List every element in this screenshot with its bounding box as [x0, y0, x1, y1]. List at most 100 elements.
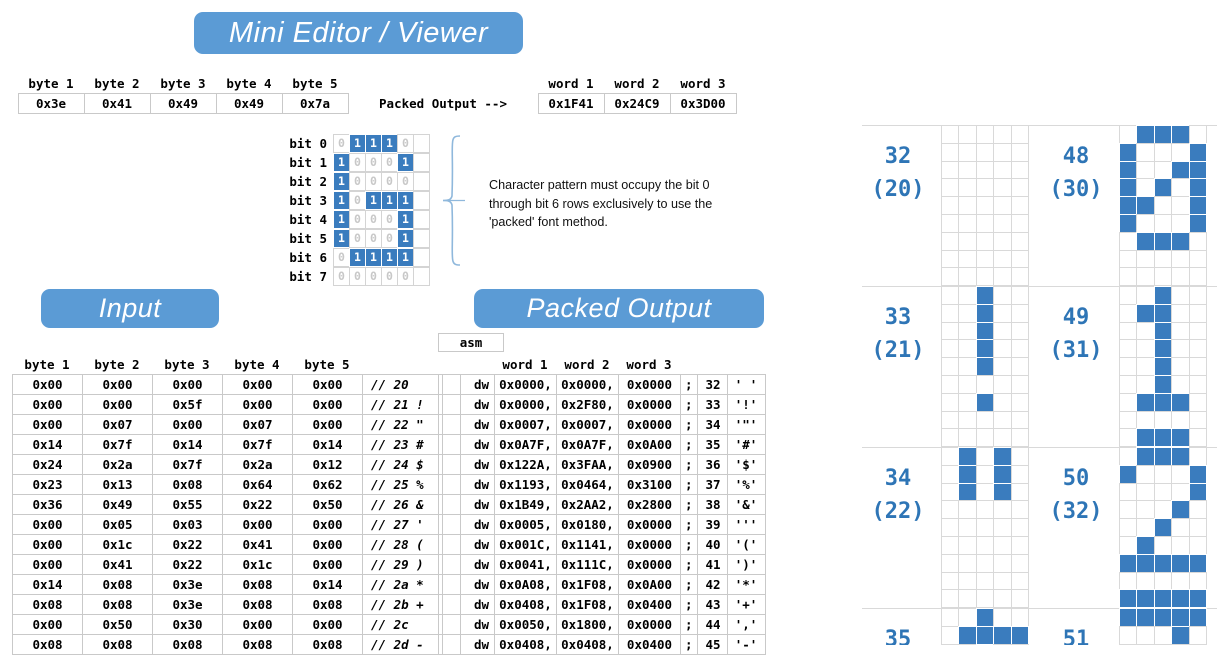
preview-pixel[interactable] — [1136, 411, 1154, 430]
preview-pixel[interactable] — [1011, 411, 1029, 430]
input-byte-cell[interactable]: 0x00 — [83, 395, 153, 415]
input-byte-cell[interactable]: 0x2a — [83, 455, 153, 475]
preview-pixel[interactable] — [1154, 125, 1172, 144]
table-row[interactable]: 0x000x500x300x000x00// 2c — [13, 615, 461, 635]
input-byte-cell[interactable]: 0x13 — [83, 475, 153, 495]
preview-pixel[interactable] — [958, 250, 976, 269]
preview-pixel[interactable] — [976, 357, 994, 376]
preview-pixel[interactable] — [1154, 608, 1172, 627]
preview-pixel[interactable] — [976, 518, 994, 537]
preview-pixel[interactable] — [1189, 589, 1207, 608]
preview-pixel[interactable] — [1136, 608, 1154, 627]
preview-pixel[interactable] — [993, 250, 1011, 269]
preview-pixel[interactable] — [1154, 393, 1172, 412]
bit-cell[interactable]: 0 — [365, 153, 382, 172]
preview-pixel[interactable] — [1136, 554, 1154, 573]
preview-char-grid[interactable] — [942, 126, 1029, 286]
preview-char-grid[interactable] — [1120, 126, 1207, 286]
input-byte-cell[interactable]: 0x30 — [153, 615, 223, 635]
preview-pixel[interactable] — [1011, 267, 1029, 286]
preview-pixel[interactable] — [1119, 536, 1137, 555]
preview-pixel[interactable] — [1189, 500, 1207, 519]
preview-pixel[interactable] — [1171, 250, 1189, 269]
preview-pixel[interactable] — [1119, 518, 1137, 537]
input-byte-cell[interactable]: 0x64 — [223, 475, 293, 495]
preview-pixel[interactable] — [1119, 267, 1137, 286]
preview-pixel[interactable] — [958, 572, 976, 591]
input-byte-cell[interactable]: 0x00 — [223, 375, 293, 395]
input-byte-cell[interactable]: 0x23 — [13, 475, 83, 495]
input-byte-cell[interactable]: 0x05 — [83, 515, 153, 535]
preview-pixel[interactable] — [1119, 589, 1137, 608]
preview-pixel[interactable] — [1011, 304, 1029, 323]
preview-char-grid[interactable] — [1120, 448, 1207, 608]
preview-pixel[interactable] — [993, 626, 1011, 645]
bit-cell[interactable]: 0 — [349, 229, 366, 248]
bit-cell[interactable]: 1 — [349, 134, 366, 153]
bit-pattern-grid[interactable]: bit 001110.bit 110001.bit 210000.bit 310… — [268, 134, 430, 286]
preview-pixel[interactable] — [1154, 500, 1172, 519]
preview-pixel[interactable] — [1119, 357, 1137, 376]
preview-pixel[interactable] — [1189, 483, 1207, 502]
preview-pixel[interactable] — [941, 500, 959, 519]
preview-pixel[interactable] — [1136, 447, 1154, 466]
preview-pixel[interactable] — [1189, 322, 1207, 341]
table-row[interactable]: dw0x0408,0x1F08,0x0400;43'+' — [439, 595, 766, 615]
bit-cell[interactable]: 1 — [397, 153, 414, 172]
input-byte-cell[interactable]: 0x08 — [293, 595, 363, 615]
preview-pixel[interactable] — [1189, 608, 1207, 627]
bit-cell[interactable]: 0 — [397, 267, 414, 286]
preview-pixel[interactable] — [1171, 125, 1189, 144]
preview-char-grid[interactable] — [942, 287, 1029, 447]
preview-pixel[interactable] — [1136, 214, 1154, 233]
input-byte-cell[interactable]: 0x00 — [223, 615, 293, 635]
preview-pixel[interactable] — [993, 572, 1011, 591]
preview-pixel[interactable] — [1011, 161, 1029, 180]
preview-pixel[interactable] — [1171, 428, 1189, 447]
preview-pixel[interactable] — [976, 465, 994, 484]
preview-pixel[interactable] — [993, 500, 1011, 519]
input-byte-cell[interactable]: 0x3e — [153, 595, 223, 615]
table-row[interactable]: 0x360x490x550x220x50// 26 & — [13, 495, 461, 515]
preview-pixel[interactable] — [1171, 161, 1189, 180]
input-byte-cell[interactable]: 0x50 — [293, 495, 363, 515]
preview-pixel[interactable] — [976, 608, 994, 627]
preview-pixel[interactable] — [1171, 536, 1189, 555]
top-byte-value-3[interactable]: 0x49 — [150, 94, 216, 114]
preview-pixel[interactable] — [993, 322, 1011, 341]
preview-pixel[interactable] — [1171, 626, 1189, 645]
preview-pixel[interactable] — [941, 465, 959, 484]
input-byte-cell[interactable]: 0x00 — [153, 375, 223, 395]
preview-pixel[interactable] — [1136, 322, 1154, 341]
input-byte-cell[interactable]: 0x14 — [13, 575, 83, 595]
output-table[interactable]: dw0x0000,0x0000,0x0000;32' 'dw0x0000,0x2… — [438, 374, 766, 655]
preview-pixel[interactable] — [941, 447, 959, 466]
bit-cell[interactable]: 1 — [397, 248, 414, 267]
preview-pixel[interactable] — [1171, 554, 1189, 573]
bit-cell[interactable]: 0 — [381, 210, 398, 229]
input-byte-cell[interactable]: 0x00 — [293, 615, 363, 635]
preview-pixel[interactable] — [993, 554, 1011, 573]
preview-pixel[interactable] — [976, 428, 994, 447]
input-byte-cell[interactable]: 0x14 — [293, 435, 363, 455]
preview-pixel[interactable] — [1119, 554, 1137, 573]
preview-pixel[interactable] — [958, 626, 976, 645]
input-table[interactable]: 0x000x000x000x000x00// 200x000x000x5f0x0… — [12, 374, 461, 655]
input-byte-cell[interactable]: 0x14 — [153, 435, 223, 455]
input-byte-cell[interactable]: 0x00 — [83, 375, 153, 395]
preview-pixel[interactable] — [1189, 143, 1207, 162]
preview-pixel[interactable] — [1154, 465, 1172, 484]
input-byte-cell[interactable]: 0x00 — [13, 515, 83, 535]
bit-cell[interactable]: 0 — [349, 153, 366, 172]
preview-pixel[interactable] — [976, 322, 994, 341]
preview-pixel[interactable] — [1119, 483, 1137, 502]
preview-pixel[interactable] — [976, 250, 994, 269]
preview-pixel[interactable] — [1011, 447, 1029, 466]
bit-cell[interactable]: 0 — [349, 172, 366, 191]
preview-pixel[interactable] — [1189, 267, 1207, 286]
preview-pixel[interactable] — [1189, 375, 1207, 394]
input-byte-cell[interactable]: 0x00 — [293, 375, 363, 395]
preview-pixel[interactable] — [941, 214, 959, 233]
preview-pixel[interactable] — [958, 518, 976, 537]
preview-pixel[interactable] — [941, 304, 959, 323]
